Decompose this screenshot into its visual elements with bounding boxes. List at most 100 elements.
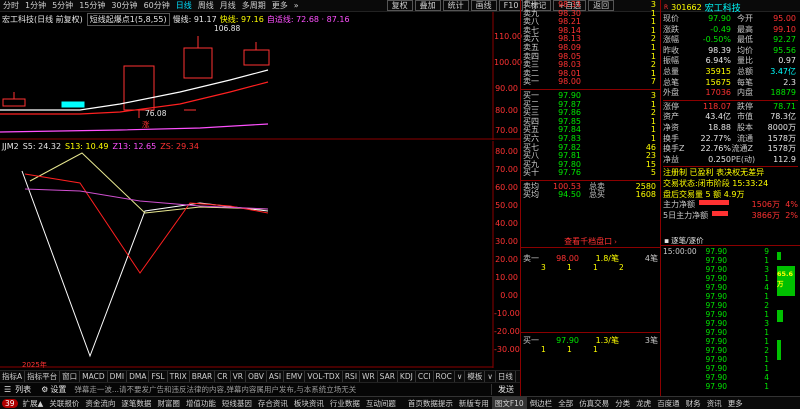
ind-tick-12: -30.00 — [494, 345, 520, 354]
tab-trix[interactable]: TRIX — [168, 370, 190, 383]
period-multi[interactable]: 多周期 — [239, 0, 269, 12]
list-button[interactable]: 列表 — [15, 384, 31, 395]
bid-row: 买九 97.80 15 — [523, 159, 656, 169]
bottom-wealth-circle[interactable]: 财富圈 — [154, 397, 183, 409]
settings-button[interactable]: 设置 — [48, 384, 66, 395]
tab-vol-tdx[interactable]: VOL-TDX — [305, 370, 343, 383]
five-day-flow-row[interactable]: 5日主力净额 3866万 2% — [663, 210, 798, 222]
bid-row: 买十 97.76 5 — [523, 168, 656, 178]
tape-header[interactable]: ▪ 逐笔/逐价 — [661, 236, 800, 246]
kline-price-pane[interactable]: 宏工科技(日线 前复权) 短线起爆点1(5,8,55) 慢线: 91.17 快线… — [0, 12, 522, 140]
deep-orderbook-header[interactable]: 查看千档盘口 › — [521, 236, 660, 248]
tab-indicator-a[interactable]: 指标A — [0, 370, 26, 383]
danmaku-input[interactable]: 弹幕走一波...请不要发广告和违反法律的内容,弹幕内容属用户发布,与本系统立场无… — [74, 384, 491, 395]
tab-cci[interactable]: CCI — [416, 370, 434, 383]
period-15min[interactable]: 15分钟 — [76, 0, 108, 12]
period-intraday[interactable]: 分时 — [0, 0, 22, 12]
ind-tick-1: 80.00 — [495, 147, 518, 156]
tab-template[interactable]: 模板 — [465, 370, 486, 383]
info-row: 总量 35915 总额 3.47亿 — [663, 66, 796, 76]
bottom-category[interactable]: 分类 — [612, 397, 633, 409]
ma-red-line — [0, 81, 269, 115]
bottom-new-version[interactable]: 新版专用 — [456, 397, 492, 409]
draw-line-button[interactable]: 画线 — [470, 0, 497, 11]
tape-row: 97.90 1 — [705, 355, 769, 364]
bottom-tick-data[interactable]: 逐笔数据 — [118, 397, 154, 409]
bottom-baidu[interactable]: 百度通 — [654, 397, 683, 409]
period-monthly[interactable]: 月线 — [217, 0, 239, 12]
period-weekly[interactable]: 周线 — [195, 0, 217, 12]
bottom-sector-news[interactable]: 板块资讯 — [291, 397, 327, 409]
bottom-info[interactable]: 资讯 — [704, 397, 725, 409]
bottom-news[interactable]: 存合资讯 — [255, 397, 291, 409]
period-60min[interactable]: 60分钟 — [141, 0, 173, 12]
overlay-button[interactable]: 叠加 — [414, 0, 441, 11]
after-hours-status: 盘后交易量 5 额 4.9万 — [663, 189, 745, 199]
bottom-sidebar[interactable]: 倒边栏 — [527, 397, 556, 409]
tab-emv[interactable]: EMV — [284, 370, 306, 383]
period-more[interactable]: 更多 — [269, 0, 291, 12]
notification-badge[interactable]: 39 — [2, 398, 18, 408]
bottom-industry-data[interactable]: 行业数据 — [327, 397, 363, 409]
send-button[interactable]: 发送 — [491, 384, 520, 395]
main-flow-row[interactable]: 主力净额 1506万 4% — [663, 200, 798, 211]
ask-row: 卖十 98.33 3 — [523, 0, 656, 9]
bottom-related-quote[interactable]: 关联报价 — [46, 397, 82, 409]
info-row: 净资 18.88 股本 8000万 — [663, 122, 796, 132]
tab-brar[interactable]: BRAR — [190, 370, 216, 383]
template-dropdown-icon[interactable]: ∨ — [485, 370, 496, 383]
period-1min[interactable]: 1分钟 — [22, 0, 49, 12]
bottom-fund-flow[interactable]: 资金流向 — [82, 397, 118, 409]
tab-dmi[interactable]: DMI — [108, 370, 128, 383]
tab-period[interactable]: 日线 — [496, 370, 516, 383]
bottom-more[interactable]: 更多 — [725, 397, 746, 409]
tab-rsi[interactable]: RSI — [343, 370, 361, 383]
gear-icon[interactable]: ⚙ — [41, 385, 48, 394]
bottom-f10[interactable]: 图文F10 — [491, 396, 527, 409]
tab-window[interactable]: 窗口 — [60, 370, 81, 383]
bottom-dragon-tiger[interactable]: 龙虎 — [633, 397, 654, 409]
ask-row: 卖七 98.14 1 — [523, 25, 656, 35]
info-row: 涨幅 -0.50% 最低 92.27 — [663, 35, 796, 45]
tab-macd[interactable]: MACD — [80, 370, 108, 383]
indicator-pane[interactable]: JJM2 S5: 24.32 S13: 10.49 Z13: 12.65 ZS:… — [0, 141, 520, 369]
bottom-expand[interactable]: 扩展▲ — [20, 397, 47, 409]
indicator-red-line — [24, 173, 269, 274]
tab-fsl[interactable]: FSL — [149, 370, 168, 383]
bottom-sim-trade[interactable]: 仿真交易 — [576, 397, 612, 409]
price-tick-1: 110.00 — [494, 32, 522, 41]
ind-tick-2: 70.00 — [495, 165, 518, 174]
bottom-short-gene[interactable]: 短线基因 — [219, 397, 255, 409]
more-arrow-icon[interactable]: » — [291, 0, 302, 12]
tab-roc[interactable]: ROC — [434, 370, 455, 383]
bottom-finance[interactable]: 财务 — [683, 397, 704, 409]
bottom-value-added[interactable]: 增值功能 — [183, 397, 219, 409]
tab-indicator-platform[interactable]: 指标平台 — [25, 370, 61, 383]
tab-wr[interactable]: WR — [360, 370, 378, 383]
tabs-dropdown-icon[interactable]: ∨ — [455, 370, 466, 383]
stats-button[interactable]: 统计 — [442, 0, 469, 11]
bottom-all[interactable]: 全部 — [555, 397, 576, 409]
tab-asi[interactable]: ASI — [267, 370, 285, 383]
tape-row: 97.90 4 — [705, 373, 769, 382]
tab-kdj[interactable]: KDJ — [398, 370, 416, 383]
info-row: 昨收 98.39 均价 95.56 — [663, 45, 796, 55]
tab-cr[interactable]: CR — [215, 370, 231, 383]
candle-5 — [243, 49, 270, 66]
period-30min[interactable]: 30分钟 — [108, 0, 140, 12]
bottom-tip[interactable]: 首页数据提示 — [405, 397, 456, 409]
restore-rights-button[interactable]: 复权 — [386, 0, 413, 11]
tab-vr[interactable]: VR — [231, 370, 246, 383]
price-tick-4: 80.00 — [495, 106, 518, 115]
tab-dma[interactable]: DMA — [127, 370, 150, 383]
bid-row: 买二 97.87 1 — [523, 99, 656, 109]
info-row: 涨跌 -0.49 最高 99.10 — [663, 24, 796, 34]
tab-sar[interactable]: SAR — [378, 370, 398, 383]
bottom-interactive-qa[interactable]: 互动间题 — [363, 397, 399, 409]
tab-obv[interactable]: OBV — [246, 370, 267, 383]
info-row: 资产 43.4亿 市值 78.3亿 — [663, 112, 796, 122]
period-5min[interactable]: 5分钟 — [49, 0, 76, 12]
chevron-right-icon[interactable]: › — [612, 238, 617, 246]
list-icon[interactable]: ☰ — [0, 385, 15, 394]
period-daily[interactable]: 日线 — [173, 0, 195, 12]
